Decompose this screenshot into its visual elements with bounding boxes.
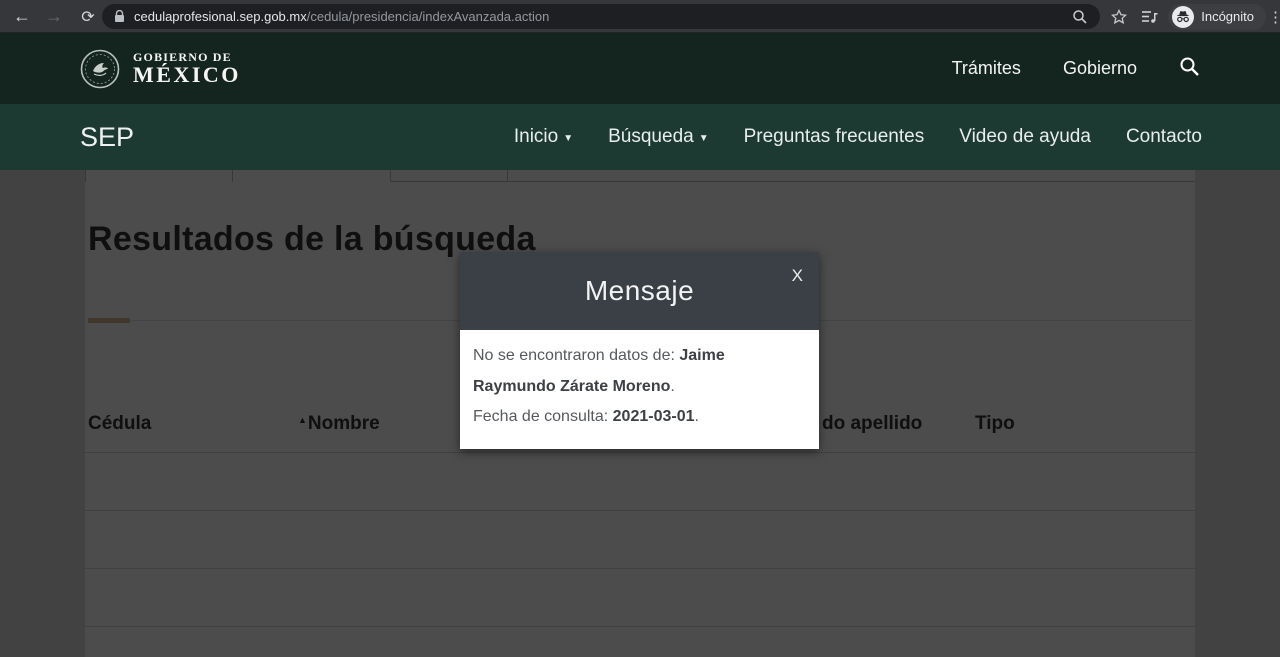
forward-button[interactable]: → (40, 0, 68, 33)
modal-title: Mensaje (585, 275, 694, 307)
close-icon[interactable]: X (792, 266, 803, 286)
nav-item-contacto[interactable]: Contacto (1126, 126, 1202, 148)
url-path: /cedula/presidencia/indexAvanzada.action (307, 9, 550, 24)
media-controls-icon[interactable] (1134, 0, 1164, 33)
chevron-down-icon: ▼ (563, 133, 573, 144)
gobmx-seal-icon (80, 49, 120, 89)
url-domain: cedulaprofesional.sep.gob.mx (134, 9, 307, 24)
modal-header: Mensaje X (460, 252, 819, 330)
sep-navbar: SEP Inicio▼ Búsqueda▼ Preguntas frecuent… (0, 104, 1280, 170)
gov-header: GOBIERNO DE MÉXICO Trámites Gobierno (0, 33, 1280, 104)
gobmx-logo-text: GOBIERNO DE MÉXICO (133, 51, 241, 87)
nav-item-busqueda[interactable]: Búsqueda▼ (608, 126, 708, 148)
nav-item-inicio[interactable]: Inicio▼ (514, 126, 573, 148)
search-icon[interactable] (1179, 56, 1200, 82)
page-zoom-icon[interactable] (1072, 9, 1088, 25)
incognito-badge: Incógnito (1168, 4, 1266, 30)
browser-menu-icon[interactable]: ⋮ (1268, 0, 1280, 33)
link-tramites[interactable]: Trámites (952, 58, 1021, 79)
nav-item-preguntas-frecuentes[interactable]: Preguntas frecuentes (744, 126, 925, 148)
lock-icon (114, 10, 125, 23)
chevron-down-icon: ▼ (699, 133, 709, 144)
link-gobierno[interactable]: Gobierno (1063, 58, 1137, 79)
address-bar[interactable]: cedulaprofesional.sep.gob.mx/cedula/pres… (102, 4, 1100, 29)
back-button[interactable]: ← (8, 0, 36, 33)
bookmark-star-icon[interactable] (1104, 0, 1134, 33)
no-results-message: No se encontraron datos de: JaimeRaymund… (473, 341, 805, 402)
incognito-icon (1172, 6, 1194, 28)
browser-toolbar: ← → ⟳ cedulaprofesional.sep.gob.mx/cedul… (0, 0, 1280, 33)
reload-button[interactable]: ⟳ (74, 0, 102, 33)
browser-window: ← → ⟳ cedulaprofesional.sep.gob.mx/cedul… (0, 0, 1280, 657)
sep-brand[interactable]: SEP (80, 104, 134, 170)
message-modal: Mensaje X No se encontraron datos de: Ja… (460, 252, 819, 449)
nav-item-video-de-ayuda[interactable]: Video de ayuda (959, 126, 1091, 148)
consult-date-message: Fecha de consulta: 2021-03-01. (473, 402, 805, 433)
modal-body: No se encontraron datos de: JaimeRaymund… (460, 330, 819, 449)
incognito-label: Incógnito (1201, 9, 1254, 24)
gobmx-logo[interactable]: GOBIERNO DE MÉXICO (80, 33, 241, 104)
